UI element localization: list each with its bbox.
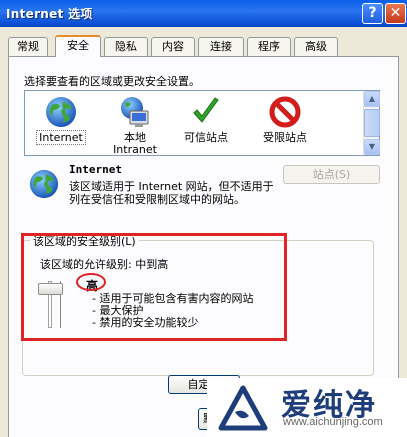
window-title: Internet 选项	[6, 7, 93, 21]
tab-content[interactable]: 内容	[151, 37, 195, 56]
zone-label: 本地 Intranet	[113, 131, 157, 156]
annotation-highlight-circle	[76, 273, 106, 291]
restricted-icon	[269, 96, 301, 128]
watermark-url: www.aichunjing.com	[283, 416, 383, 428]
zone-trusted-sites[interactable]: 可信站点	[174, 95, 238, 144]
zones-scrollbar[interactable]: ▲ ▼	[363, 91, 380, 155]
zone-internet[interactable]: Internet	[29, 95, 93, 145]
scroll-up-icon[interactable]: ▲	[364, 91, 380, 107]
annotation-highlight-box	[21, 233, 287, 341]
zone-label: Internet	[36, 130, 86, 145]
scroll-down-icon[interactable]: ▼	[364, 139, 380, 155]
tab-security[interactable]: 安全	[55, 35, 101, 57]
zone-restricted-sites[interactable]: 受限站点	[253, 95, 317, 144]
tab-advanced[interactable]: 高级	[294, 37, 338, 56]
tab-programs[interactable]: 程序	[247, 37, 291, 56]
tab-connections[interactable]: 连接	[198, 37, 244, 56]
tab-strip: 常规 安全 隐私 内容 连接 程序 高级	[8, 35, 400, 57]
watermark: 爱纯净 www.aichunjing.com	[207, 378, 407, 437]
intranet-icon	[121, 97, 149, 127]
globe-icon	[29, 169, 59, 199]
zone-local-intranet[interactable]: 本地 Intranet	[103, 95, 167, 156]
scroll-thumb[interactable]	[364, 109, 380, 137]
globe-icon	[46, 97, 76, 127]
help-button[interactable]: ?	[362, 3, 383, 24]
tab-privacy[interactable]: 隐私	[104, 37, 148, 56]
trusted-check-icon	[193, 97, 219, 123]
selected-zone-name: Internet	[69, 163, 122, 176]
zone-instruction: 选择要查看的区域或更改安全设置。	[24, 75, 200, 88]
zone-label: 受限站点	[263, 131, 307, 144]
title-bar: Internet 选项 ? ✕	[0, 0, 407, 27]
watermark-logo-icon	[218, 385, 268, 431]
tab-general[interactable]: 常规	[8, 37, 48, 56]
zone-label: 可信站点	[184, 131, 228, 144]
selected-zone-description: 该区域适用于 Internet 网站，但不适用于列在受信任和受限制区域中的网站。	[69, 180, 274, 206]
zones-list[interactable]: Internet 本地 Intranet 可信站点 受限站点 ▲ ▼	[24, 90, 380, 156]
close-button[interactable]: ✕	[385, 3, 406, 24]
sites-button[interactable]: 站点(S)	[283, 165, 380, 184]
